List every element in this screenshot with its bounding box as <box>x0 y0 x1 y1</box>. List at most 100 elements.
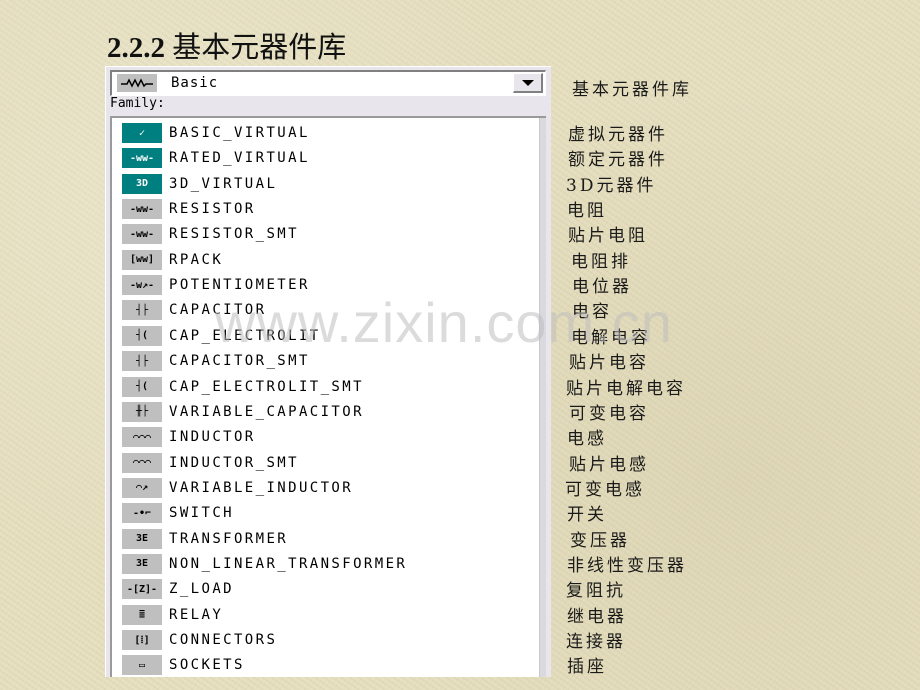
family-item-label: RESISTOR <box>169 201 256 218</box>
family-item[interactable]: -ww- RESISTOR_SMT <box>122 223 299 245</box>
family-item[interactable]: -[Z]- Z_LOAD <box>122 578 234 600</box>
family-annotation: 电阻 <box>567 201 607 222</box>
variable-capacitor-icon: ╫├ <box>122 401 162 422</box>
family-annotation: 贴片电容 <box>569 353 649 374</box>
family-item-label: NON_LINEAR_TRANSFORMER <box>169 555 408 572</box>
combo-annotation: 基本元器件库 <box>572 80 692 100</box>
family-item[interactable]: ✓ BASIC_VIRTUAL <box>122 122 310 144</box>
inductor-smt-icon: ⌒⌒⌒ <box>122 452 162 473</box>
family-annotation: 电感 <box>567 429 607 450</box>
family-item-label: CAP_ELECTROLIT <box>169 327 321 344</box>
switch-icon: -•⌐ <box>122 503 162 524</box>
family-item[interactable]: ┤├ CAPACITOR_SMT <box>122 350 310 372</box>
family-item[interactable]: ┤( CAP_ELECTROLIT_SMT <box>122 376 364 398</box>
family-list[interactable]: ✓ BASIC_VIRTUAL -ww- RATED_VIRTUAL 3D 3D_VIRT… <box>110 116 546 677</box>
chevron-down-icon <box>521 79 534 86</box>
resistor-wave-icon <box>117 74 157 92</box>
resistor-icon: -ww- <box>122 199 162 220</box>
family-annotation: 额定元器件 <box>568 150 668 171</box>
family-item-label: POTENTIOMETER <box>169 277 310 294</box>
transformer-icon: 3E <box>122 528 162 549</box>
family-item-label: CONNECTORS <box>169 632 278 648</box>
capacitor-smt-icon: ┤├ <box>122 351 162 372</box>
family-item[interactable]: ⌒↗ VARIABLE_INDUCTOR <box>122 477 353 499</box>
family-item[interactable]: ⌒⌒⌒ INDUCTOR_SMT <box>122 452 299 474</box>
section-number: 2.2.2 <box>107 32 165 64</box>
resistor-smt-icon: -ww- <box>122 224 162 245</box>
family-annotation: 继电器 <box>567 606 627 627</box>
family-item[interactable]: -•⌐ SWITCH <box>122 502 234 524</box>
family-item[interactable]: [⁞] CONNECTORS <box>122 629 277 651</box>
family-item[interactable]: ┤( CAP_ELECTROLIT <box>122 325 321 347</box>
family-annotation: 贴片电感 <box>569 454 649 475</box>
family-item-label: VARIABLE_CAPACITOR <box>169 403 364 420</box>
basic-virtual-icon: ✓ <box>122 123 162 143</box>
family-item[interactable]: 3E NON_LINEAR_TRANSFORMER <box>122 553 407 575</box>
family-item-label: CAPACITOR_SMT <box>169 353 310 370</box>
family-annotation: 电解电容 <box>571 327 651 348</box>
family-item[interactable]: -ww- RESISTOR <box>122 198 256 220</box>
family-annotation: 贴片电阻 <box>568 226 648 247</box>
family-annotation: 贴片电解电容 <box>566 378 686 399</box>
family-annotation: 连接器 <box>566 632 626 652</box>
family-annotation: 非线性变压器 <box>567 555 687 576</box>
family-item[interactable]: ╫├ VARIABLE_CAPACITOR <box>122 401 364 423</box>
cap-electrolit-icon: ┤( <box>122 325 162 346</box>
family-label: Family: <box>110 96 165 111</box>
family-item-label: RELAY <box>169 606 224 623</box>
family-item-label: VARIABLE_INDUCTOR <box>169 479 354 496</box>
family-item-label: BASIC_VIRTUAL <box>169 125 310 141</box>
family-item[interactable]: ┤├ CAPACITOR <box>122 299 266 321</box>
family-annotation: 电容 <box>572 302 612 323</box>
family-item[interactable]: ⌒⌒⌒ INDUCTOR <box>122 426 256 448</box>
variable-inductor-icon: ⌒↗ <box>122 477 162 498</box>
sockets-icon: ▭ <box>122 655 162 676</box>
3d-virtual-icon: 3D <box>122 173 162 194</box>
family-item-label: Z_LOAD <box>169 581 234 598</box>
section-title: 基本元器件库 <box>172 30 347 64</box>
family-item[interactable]: [ww] RPACK <box>122 249 223 271</box>
group-select-dropdown-button[interactable] <box>513 73 543 93</box>
page-title: 2.2.2 基本元器件库 <box>107 24 346 66</box>
family-annotation: 插座 <box>567 657 607 678</box>
capacitor-icon: ┤├ <box>122 300 162 321</box>
family-item-label: INDUCTOR_SMT <box>169 454 299 471</box>
family-item-label: RESISTOR_SMT <box>169 226 299 243</box>
connectors-icon: [⁞] <box>122 630 162 650</box>
family-item-label: RPACK <box>169 251 224 268</box>
group-select-value: Basic <box>171 75 219 91</box>
family-item[interactable]: -ww- RATED_VIRTUAL <box>122 147 310 169</box>
family-annotation: 虚拟元器件 <box>568 125 668 145</box>
family-item-label: CAPACITOR <box>169 302 267 319</box>
non-linear-transformer-icon: 3E <box>122 553 162 574</box>
rated-virtual-icon: -ww- <box>122 148 162 169</box>
family-item-label: 3D_VIRTUAL <box>169 175 278 192</box>
relay-icon: ≣ <box>122 604 162 625</box>
cap-electrolit-smt-icon: ┤( <box>122 376 162 397</box>
family-item-label: CAP_ELECTROLIT_SMT <box>169 378 364 395</box>
family-item-label: RATED_VIRTUAL <box>169 150 310 167</box>
component-browser-panel: Basic Family: ✓ BASIC_VIRTUAL -ww- RATED_VI… <box>105 66 551 677</box>
family-item-label: SOCKETS <box>169 657 245 674</box>
family-annotation: 变压器 <box>570 530 630 551</box>
family-annotation: 电位器 <box>572 277 632 298</box>
rpack-icon: [ww] <box>122 249 162 270</box>
family-item[interactable]: 3E TRANSFORMER <box>122 528 288 550</box>
family-item[interactable]: 3D 3D_VIRTUAL <box>122 173 277 195</box>
family-item[interactable]: ≣ RELAY <box>122 604 223 626</box>
family-annotation: 3D元器件 <box>566 175 657 196</box>
group-select[interactable]: Basic <box>110 70 546 96</box>
family-annotation: 可变电感 <box>565 479 645 500</box>
family-item-label: TRANSFORMER <box>169 530 289 547</box>
potentiometer-icon: -w↗- <box>122 275 162 296</box>
family-annotation: 复阻抗 <box>566 581 626 602</box>
family-item-label: INDUCTOR <box>169 429 256 446</box>
family-annotation: 可变电容 <box>569 403 649 424</box>
family-annotation: 开关 <box>567 505 607 526</box>
family-annotation: 电阻排 <box>571 251 631 272</box>
inductor-icon: ⌒⌒⌒ <box>122 427 162 448</box>
family-item-label: SWITCH <box>169 505 234 522</box>
family-item[interactable]: ▭ SOCKETS <box>122 654 245 676</box>
family-item[interactable]: -w↗- POTENTIOMETER <box>122 274 310 296</box>
z-load-icon: -[Z]- <box>122 579 162 600</box>
